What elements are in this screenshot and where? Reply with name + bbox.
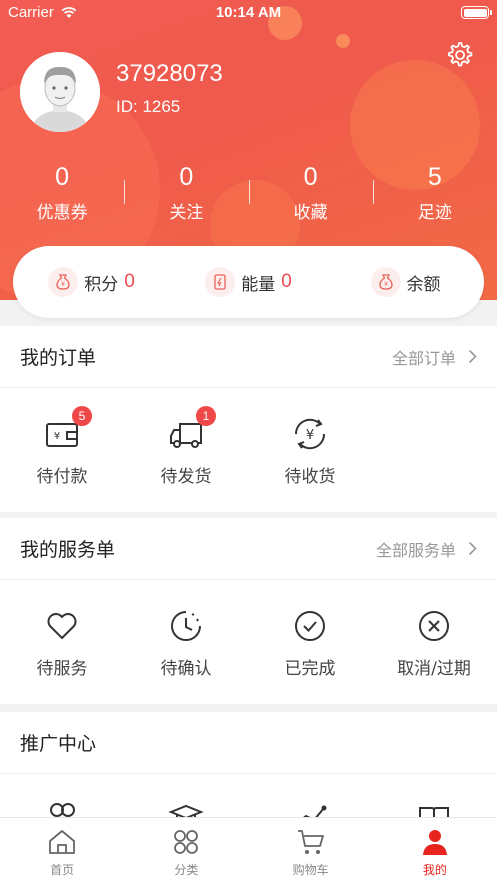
avatar[interactable] <box>20 52 100 132</box>
orders-section: 我的订单 全部订单 ¥ 5 待付款 1 待发货 ¥ 待收货 <box>0 326 497 512</box>
yen-refresh-icon: ¥ <box>292 416 328 452</box>
wallet-balance[interactable]: ¥ 余额 <box>327 267 484 297</box>
team-icon <box>50 803 75 817</box>
stat-coupons[interactable]: 0 优惠券 <box>0 160 124 223</box>
stat-label: 足迹 <box>417 203 452 223</box>
energy-card-icon <box>205 267 236 297</box>
wallet-icon: ¥ 5 <box>44 406 92 452</box>
home-icon <box>49 830 76 854</box>
all-services-link[interactable]: 全部服务单 <box>376 537 477 561</box>
link-label: 全部订单 <box>391 348 456 368</box>
stat-label: 关注 <box>169 203 204 223</box>
service-label: 待确认 <box>160 659 212 679</box>
service-label: 待服务 <box>36 659 88 679</box>
tab-label: 分类 <box>174 863 199 877</box>
clock-icon <box>168 608 204 644</box>
cart-icon <box>297 830 324 854</box>
stats-row: 0 优惠券 0 关注 0 收藏 5 足迹 <box>0 160 497 223</box>
promo-item-guide[interactable] <box>372 774 496 818</box>
stat-value: 5 <box>427 163 442 191</box>
category-icon <box>174 830 199 854</box>
promo-item-school[interactable] <box>124 774 248 818</box>
service-pending[interactable]: 待服务 <box>0 580 124 704</box>
services-section: 我的服务单 全部服务单 待服务 待确认 已完成 取消/过期 <box>0 518 497 704</box>
tab-label: 首页 <box>50 863 75 877</box>
tab-home[interactable]: 首页 <box>0 818 124 883</box>
stat-value: 0 <box>55 163 70 191</box>
count-badge: 5 <box>72 406 92 426</box>
wallet-points[interactable]: ¥ 积分 0 <box>13 267 170 297</box>
stat-favorites[interactable]: 0 收藏 <box>248 160 373 223</box>
order-pending-receipt[interactable]: ¥ 待收货 <box>248 388 372 512</box>
order-pending-shipment[interactable]: 1 待发货 <box>124 388 248 512</box>
stat-label: 收藏 <box>293 203 328 223</box>
svg-text:¥: ¥ <box>384 281 388 288</box>
truck-icon: 1 <box>168 406 216 452</box>
wallet-label: 余额 <box>406 274 441 295</box>
clock: 10:14 AM <box>215 4 282 21</box>
decor-bubble <box>336 34 350 48</box>
book-icon <box>419 807 449 818</box>
wallet-value: 0 <box>124 271 135 292</box>
svg-text:¥: ¥ <box>61 281 65 288</box>
tab-cart[interactable]: 购物车 <box>249 818 373 883</box>
service-cancelled[interactable]: 取消/过期 <box>372 580 496 704</box>
status-bar: Carrier 10:14 AM <box>0 0 497 26</box>
battery-icon <box>461 6 492 19</box>
section-title: 我的服务单 <box>20 539 116 561</box>
wallet-value: 0 <box>281 271 292 292</box>
all-orders-link[interactable]: 全部订单 <box>392 345 477 369</box>
service-completed[interactable]: 已完成 <box>248 580 372 704</box>
section-title: 我的订单 <box>20 347 97 369</box>
graduation-cap-icon <box>168 804 204 818</box>
trend-icon <box>301 805 327 818</box>
x-circle-icon <box>416 608 452 644</box>
wallet-energy[interactable]: 能量 0 <box>170 267 327 297</box>
check-circle-icon <box>292 608 328 644</box>
tab-bar: 首页 分类 购物车 我的 <box>0 817 497 883</box>
user-icon <box>422 830 447 855</box>
order-label: 待发货 <box>160 467 212 487</box>
stat-label: 优惠券 <box>36 203 88 223</box>
stat-value: 0 <box>179 163 194 191</box>
tab-label: 我的 <box>422 863 447 877</box>
settings-gear-icon[interactable] <box>444 40 474 70</box>
stat-following[interactable]: 0 关注 <box>124 160 248 223</box>
tab-category[interactable]: 分类 <box>124 818 248 883</box>
link-label: 全部服务单 <box>375 540 456 560</box>
wallet-bar: ¥ 积分 0 能量 0 ¥ 余额 <box>13 246 484 318</box>
chevron-right-icon <box>468 349 477 364</box>
username: 37928073 <box>116 60 223 87</box>
section-title: 推广中心 <box>20 733 97 755</box>
svg-text:¥: ¥ <box>306 428 314 443</box>
order-label: 待收货 <box>284 467 336 487</box>
promo-item-team[interactable] <box>0 774 124 818</box>
tab-mine[interactable]: 我的 <box>373 818 497 883</box>
heart-icon <box>44 608 80 644</box>
wallet-label: 积分 <box>84 274 119 295</box>
chevron-right-icon <box>468 541 477 556</box>
promotion-section: 推广中心 <box>0 712 497 818</box>
count-badge: 1 <box>196 406 216 426</box>
wallet-label: 能量 <box>241 274 276 295</box>
avatar-portrait-icon <box>20 52 100 132</box>
stat-value: 0 <box>303 163 318 191</box>
promo-item-stats[interactable] <box>248 774 372 818</box>
service-label: 取消/过期 <box>397 659 471 679</box>
service-label: 已完成 <box>284 659 336 679</box>
order-label: 待付款 <box>36 467 88 487</box>
money-bag-icon: ¥ <box>370 267 401 297</box>
service-to-confirm[interactable]: 待确认 <box>124 580 248 704</box>
money-bag-icon: ¥ <box>48 267 79 297</box>
tab-label: 购物车 <box>292 863 329 877</box>
svg-text:¥: ¥ <box>54 431 60 442</box>
user-id: ID: 1265 <box>116 97 181 116</box>
order-pending-payment[interactable]: ¥ 5 待付款 <box>0 388 124 512</box>
stat-footprints[interactable]: 5 足迹 <box>372 160 497 223</box>
